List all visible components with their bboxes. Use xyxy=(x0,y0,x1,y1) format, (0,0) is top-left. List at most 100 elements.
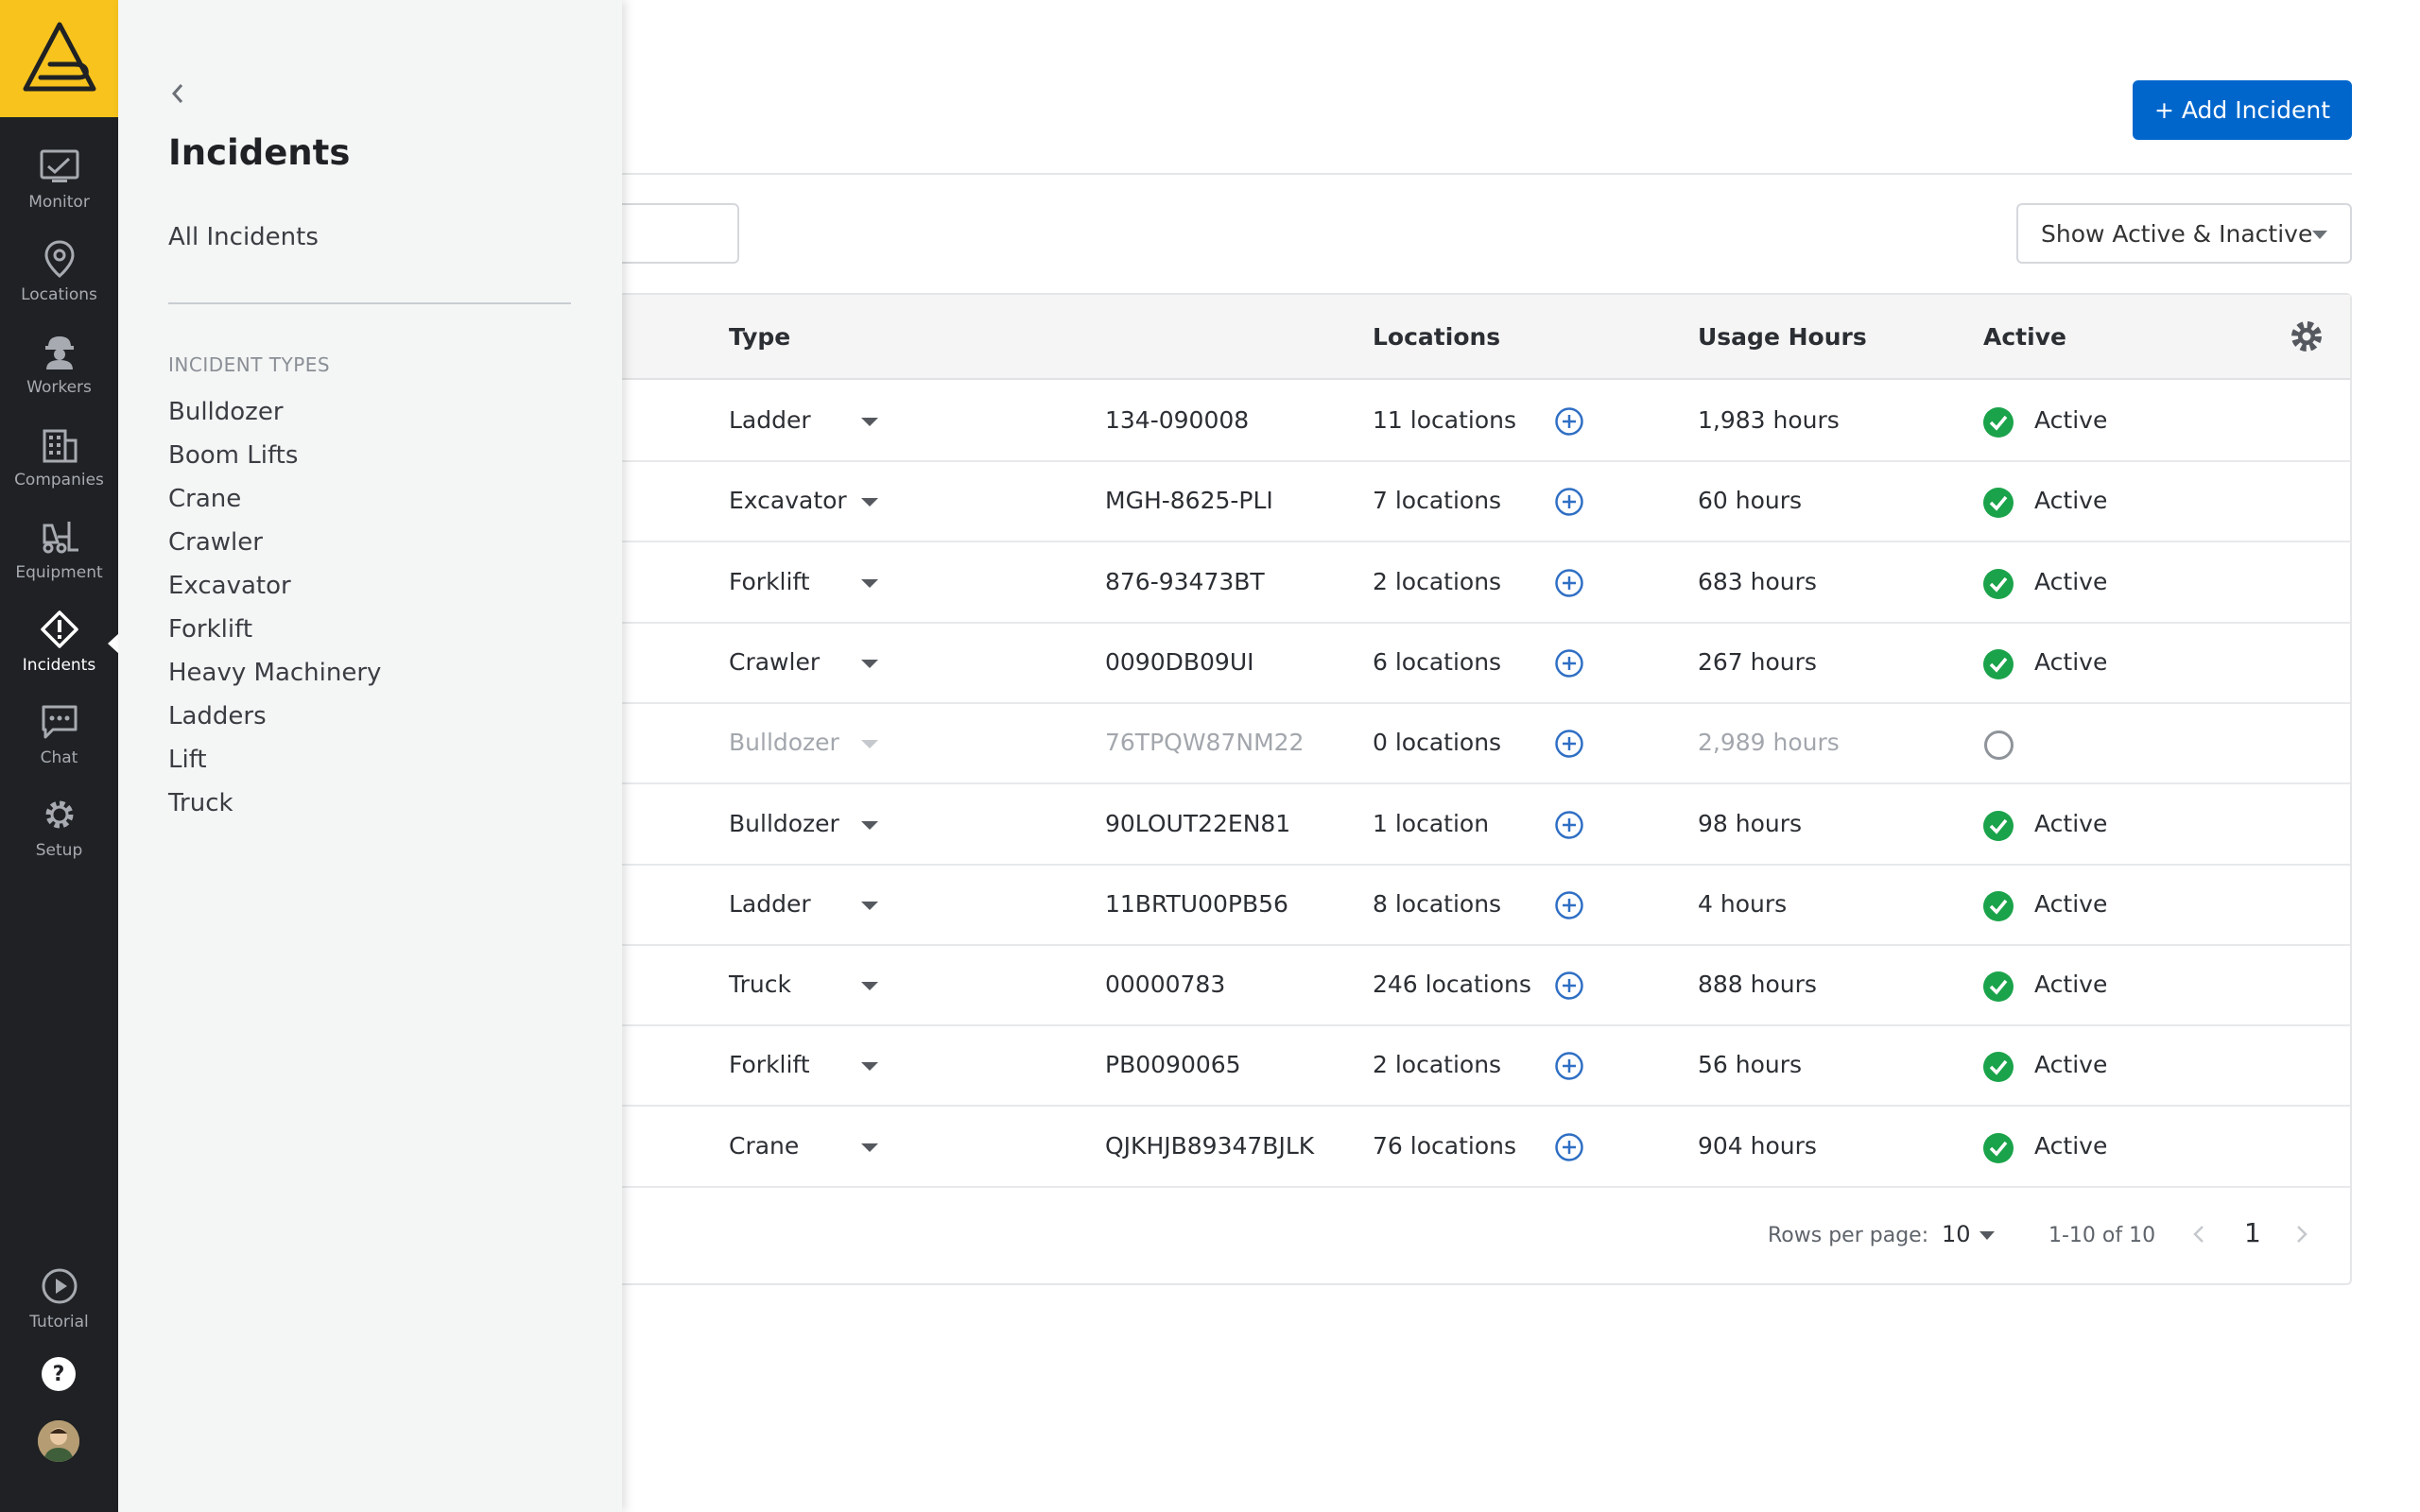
add-location-plus-icon[interactable] xyxy=(1554,487,1584,517)
active-check-icon[interactable] xyxy=(1982,1132,2014,1164)
building-icon xyxy=(39,423,80,465)
prev-page-chevron-icon[interactable] xyxy=(2188,1223,2211,1246)
nav-equipment[interactable]: Equipment xyxy=(0,503,118,595)
nav-setup[interactable]: Setup xyxy=(0,781,118,873)
row-status-label: Active xyxy=(2034,1131,2108,1160)
row-type: Bulldozer xyxy=(729,729,839,757)
row-status-label: Active xyxy=(2034,406,2108,434)
active-check-icon[interactable] xyxy=(1982,568,2014,600)
current-page[interactable]: 1 xyxy=(2244,1217,2261,1248)
type-dropdown-caret-icon[interactable] xyxy=(861,578,878,588)
active-check-icon[interactable] xyxy=(1982,971,2014,1003)
type-dropdown-caret-icon[interactable] xyxy=(861,901,878,910)
avatar[interactable] xyxy=(38,1420,79,1462)
page-range: 1-10 of 10 xyxy=(2048,1224,2156,1247)
row-locations: 6 locations xyxy=(1373,647,1502,676)
active-check-icon[interactable] xyxy=(1982,890,2014,922)
nav-companies[interactable]: Companies xyxy=(0,410,118,503)
row-locations: 76 locations xyxy=(1373,1131,1516,1160)
help-button[interactable]: ? xyxy=(42,1357,76,1391)
incident-type-item[interactable]: Truck xyxy=(168,784,381,828)
row-identifier: 134-090008 xyxy=(1105,406,1250,434)
incident-type-item[interactable]: Excavator xyxy=(168,567,381,610)
table-row[interactable]: Ladder 11BRTU00PB56 8 locations 4 hours Acti… xyxy=(588,866,2350,946)
chevron-down-icon[interactable] xyxy=(1979,1231,1995,1240)
nav-chat[interactable]: Chat xyxy=(0,688,118,781)
inactive-status-circle-icon[interactable] xyxy=(1984,730,2014,761)
incident-type-item[interactable]: Boom Lifts xyxy=(168,437,381,480)
table-row[interactable]: Forklift PB0090065 2 locations 56 hours Acti… xyxy=(588,1026,2350,1108)
type-dropdown-caret-icon[interactable] xyxy=(861,659,878,668)
row-locations: 246 locations xyxy=(1373,971,1531,999)
column-header-locations[interactable]: Locations xyxy=(1373,323,1500,351)
add-location-plus-icon[interactable] xyxy=(1554,971,1584,1001)
add-location-plus-icon[interactable] xyxy=(1554,406,1584,437)
table-settings-gear-icon[interactable] xyxy=(2288,318,2325,355)
row-locations: 8 locations xyxy=(1373,889,1502,918)
row-status-label: Active xyxy=(2034,647,2108,676)
incident-type-item[interactable]: Heavy Machinery xyxy=(168,654,381,697)
table-row[interactable]: Bulldozer 90LOUT22EN81 1 location 98 hours A… xyxy=(588,785,2350,866)
type-dropdown-caret-icon[interactable] xyxy=(861,982,878,991)
column-header-usage-hours[interactable]: Usage Hours xyxy=(1698,323,1867,351)
active-check-icon[interactable] xyxy=(1982,406,2014,438)
add-location-plus-icon[interactable] xyxy=(1554,1132,1584,1162)
add-location-plus-icon[interactable] xyxy=(1554,810,1584,840)
active-filter-select[interactable]: Show Active & Inactive xyxy=(2016,203,2352,264)
table-row[interactable]: Bulldozer 76TPQW87NM22 0 locations 2,989 ho… xyxy=(588,704,2350,785)
active-check-icon[interactable] xyxy=(1982,487,2014,519)
nav-tutorial[interactable]: Tutorial xyxy=(0,1252,118,1345)
incident-type-item[interactable]: Ladders xyxy=(168,697,381,741)
app-logo[interactable] xyxy=(0,0,118,117)
row-usage-hours: 2,989 hours xyxy=(1698,729,1840,757)
active-check-icon[interactable] xyxy=(1982,648,2014,680)
column-header-type[interactable]: Type xyxy=(729,323,790,351)
add-location-plus-icon[interactable] xyxy=(1554,890,1584,920)
row-status-label: Active xyxy=(2034,1051,2108,1079)
row-locations: 0 locations xyxy=(1373,729,1502,757)
nav-incidents[interactable]: Incidents xyxy=(0,595,119,688)
nav-monitor[interactable]: Monitor xyxy=(0,132,118,225)
all-incidents-link[interactable]: All Incidents xyxy=(168,223,319,251)
active-check-icon[interactable] xyxy=(1982,1051,2014,1083)
header-divider xyxy=(622,173,2352,175)
nav-companies-label: Companies xyxy=(14,471,104,490)
table-row[interactable]: Forklift 876-93473BT 2 locations 683 hours A… xyxy=(588,543,2350,624)
nav-locations[interactable]: Locations xyxy=(0,225,118,318)
add-location-plus-icon[interactable] xyxy=(1554,729,1584,759)
type-dropdown-caret-icon[interactable] xyxy=(861,1143,878,1152)
rows-per-page-select[interactable]: 10 xyxy=(1942,1221,1971,1247)
incidents-flyout: Incidents All Incidents INCIDENT TYPES B… xyxy=(118,0,622,1512)
type-dropdown-caret-icon[interactable] xyxy=(861,1062,878,1072)
add-location-plus-icon[interactable] xyxy=(1554,1051,1584,1081)
incident-type-item[interactable]: Bulldozer xyxy=(168,393,381,437)
type-dropdown-caret-icon[interactable] xyxy=(861,740,878,749)
back-chevron-icon[interactable] xyxy=(164,79,192,108)
incident-type-item[interactable]: Crane xyxy=(168,480,381,524)
row-status-label: Active xyxy=(2034,487,2108,515)
row-usage-hours: 683 hours xyxy=(1698,567,1817,595)
column-header-active[interactable]: Active xyxy=(1983,323,2066,351)
type-dropdown-caret-icon[interactable] xyxy=(861,820,878,830)
next-page-chevron-icon[interactable] xyxy=(2290,1223,2312,1246)
row-type: Ladder xyxy=(729,406,811,434)
chevron-down-icon xyxy=(2312,231,2327,239)
add-location-plus-icon[interactable] xyxy=(1554,648,1584,679)
row-usage-hours: 56 hours xyxy=(1698,1051,1803,1079)
table-row[interactable]: Crawler 0090DB09UI 6 locations 267 hours Act… xyxy=(588,624,2350,704)
add-location-plus-icon[interactable] xyxy=(1554,568,1584,598)
incident-type-item[interactable]: Forklift xyxy=(168,610,381,654)
add-incident-button[interactable]: + Add Incident xyxy=(2133,80,2352,140)
table-row[interactable]: Excavator MGH-8625-PLI 7 locations 60 hours… xyxy=(588,462,2350,543)
table-row[interactable]: Truck 00000783 246 locations 888 hours Activ… xyxy=(588,946,2350,1027)
nav-workers[interactable]: Workers xyxy=(0,318,118,410)
table-row[interactable]: Ladder 134-090008 11 locations 1,983 hours A… xyxy=(588,382,2350,462)
type-dropdown-caret-icon[interactable] xyxy=(861,498,878,507)
type-dropdown-caret-icon[interactable] xyxy=(861,418,878,426)
incident-type-item[interactable]: Crawler xyxy=(168,524,381,567)
row-type: Truck xyxy=(729,971,791,999)
row-type: Forklift xyxy=(729,567,810,595)
table-row[interactable]: Crane QJKHJB89347BJLK 76 locations 904 hour… xyxy=(588,1108,2350,1188)
active-check-icon[interactable] xyxy=(1982,810,2014,842)
incident-type-item[interactable]: Lift xyxy=(168,741,381,784)
